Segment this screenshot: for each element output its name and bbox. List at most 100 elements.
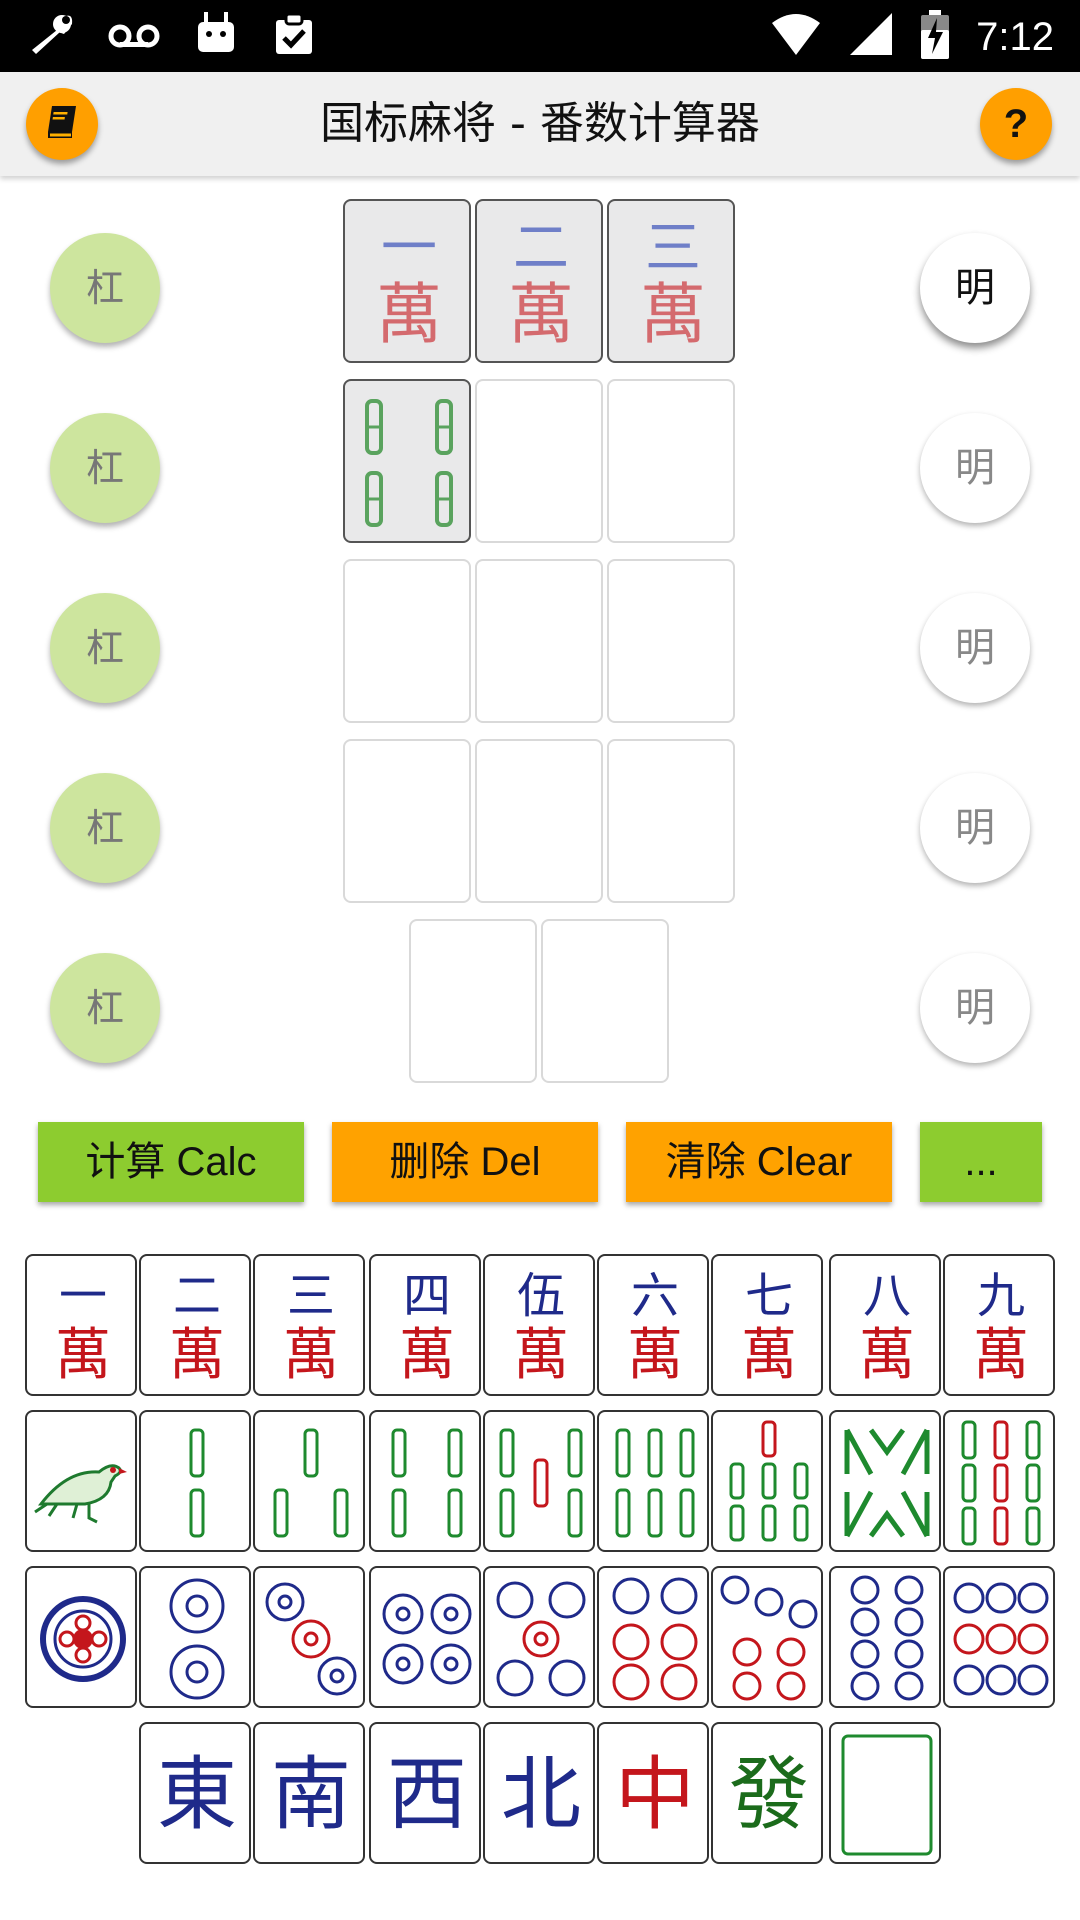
- tile-3-bamboo[interactable]: [253, 1410, 365, 1552]
- ming-toggle-row-2[interactable]: 明: [920, 413, 1030, 523]
- voicemail-icon: [108, 10, 160, 62]
- tile-wan-char: 萬: [741, 1323, 797, 1388]
- tile-west-wind[interactable]: 西: [369, 1722, 481, 1864]
- tile-8-wan[interactable]: 八萬: [829, 1254, 941, 1396]
- tile-wan-char: 萬: [640, 276, 706, 353]
- tile-north-wind[interactable]: 北: [483, 1722, 595, 1864]
- tile-wan-char: 萬: [283, 1323, 339, 1388]
- tile-wan-char: 萬: [399, 1323, 455, 1388]
- ming-toggle-row-5[interactable]: 明: [920, 953, 1030, 1063]
- tile-honor-char: 中: [615, 1748, 695, 1841]
- clear-button[interactable]: 清除 Clear: [626, 1122, 892, 1202]
- meld-slot-3-1[interactable]: [343, 559, 471, 723]
- tile-red-dragon[interactable]: 中: [597, 1722, 709, 1864]
- tile-6-wan[interactable]: 六萬: [597, 1254, 709, 1396]
- tile-wan-char: 萬: [973, 1323, 1029, 1388]
- tile-7-bamboo[interactable]: [711, 1410, 823, 1552]
- meld-slot-2-2[interactable]: [475, 379, 603, 543]
- tile-6-bamboo[interactable]: [597, 1410, 709, 1552]
- kong-toggle-row-1[interactable]: 杠: [50, 233, 160, 343]
- meld-slot-1-1[interactable]: 一 萬: [343, 199, 471, 363]
- meld-slot-3-3[interactable]: [607, 559, 735, 723]
- wrench-icon: [26, 10, 74, 62]
- pair-slot-2[interactable]: [541, 919, 669, 1083]
- tile-numeral: 一: [59, 1268, 107, 1324]
- tile-numeral: 三: [645, 216, 701, 281]
- tile-numeral: 七: [745, 1268, 793, 1324]
- tile-8-bamboo[interactable]: [829, 1410, 941, 1552]
- meld-slot-4-3[interactable]: [607, 739, 735, 903]
- tile-7-wan[interactable]: 七萬: [711, 1254, 823, 1396]
- tile-5-dots[interactable]: [483, 1566, 595, 1708]
- tile-numeral: 二: [513, 216, 569, 281]
- tile-wan-char: 萬: [508, 276, 574, 353]
- tile-wan-char: 萬: [627, 1323, 683, 1388]
- more-button[interactable]: ...: [920, 1122, 1042, 1202]
- tile-wan-char: 萬: [859, 1323, 915, 1388]
- help-question-label: ?: [1003, 101, 1029, 146]
- calc-button[interactable]: 计算 Calc: [38, 1122, 304, 1202]
- tile-green-dragon[interactable]: 發: [711, 1722, 823, 1864]
- meld-slot-3-2[interactable]: [475, 559, 603, 723]
- tile-1-bamboo[interactable]: [25, 1410, 137, 1552]
- tile-honor-char: 北: [501, 1748, 581, 1841]
- tile-numeral: 四: [403, 1268, 451, 1324]
- tile-white-dragon[interactable]: [829, 1722, 941, 1864]
- tile-9-dots[interactable]: [943, 1566, 1055, 1708]
- tile-7-dots[interactable]: [711, 1566, 823, 1708]
- tile-1-dots[interactable]: [25, 1566, 137, 1708]
- meld-slot-2-3[interactable]: [607, 379, 735, 543]
- tile-honor-char: 南: [271, 1748, 351, 1841]
- tile-5-bamboo[interactable]: [483, 1410, 595, 1552]
- help-button[interactable]: ?: [980, 88, 1052, 160]
- tile-wan-char: 萬: [169, 1323, 225, 1388]
- tile-wan-char: 萬: [55, 1323, 111, 1388]
- app-bar: 国标麻将 - 番数计算器 ?: [0, 72, 1080, 176]
- white-dragon-frame-icon: [841, 1734, 933, 1856]
- tile-east-wind[interactable]: 東: [139, 1722, 251, 1864]
- ming-toggle-row-3[interactable]: 明: [920, 593, 1030, 703]
- clock-time: 7:12: [976, 15, 1054, 59]
- kong-toggle-row-5[interactable]: 杠: [50, 953, 160, 1063]
- meld-slot-1-2[interactable]: 二 萬: [475, 199, 603, 363]
- tile-wan-char: 萬: [376, 276, 442, 353]
- tile-numeral: 二: [173, 1268, 221, 1324]
- tile-3-wan[interactable]: 三萬: [253, 1254, 365, 1396]
- pair-slot-1[interactable]: [409, 919, 537, 1083]
- tile-2-bamboo[interactable]: [139, 1410, 251, 1552]
- tile-numeral: 伍: [517, 1268, 565, 1324]
- kong-toggle-row-2[interactable]: 杠: [50, 413, 160, 523]
- tile-1-wan[interactable]: 一萬: [25, 1254, 137, 1396]
- tile-4-bamboo[interactable]: [369, 1410, 481, 1552]
- tile-2-wan[interactable]: 二萬: [139, 1254, 251, 1396]
- tile-honor-char: 西: [387, 1748, 467, 1841]
- tile-numeral: 一: [381, 216, 437, 281]
- tile-3-dots[interactable]: [253, 1566, 365, 1708]
- kong-toggle-row-4[interactable]: 杠: [50, 773, 160, 883]
- tile-south-wind[interactable]: 南: [253, 1722, 365, 1864]
- app-title: 国标麻将 - 番数计算器: [320, 98, 760, 149]
- tile-2-dots[interactable]: [139, 1566, 251, 1708]
- android-icon: [194, 10, 238, 62]
- ming-toggle-row-1[interactable]: 明: [920, 233, 1030, 343]
- tile-4-wan[interactable]: 四萬: [369, 1254, 481, 1396]
- delete-button[interactable]: 删除 Del: [332, 1122, 598, 1202]
- ming-toggle-row-4[interactable]: 明: [920, 773, 1030, 883]
- tile-9-bamboo[interactable]: [943, 1410, 1055, 1552]
- tile-6-dots[interactable]: [597, 1566, 709, 1708]
- bird-icon: [34, 1464, 127, 1524]
- tile-8-dots[interactable]: [829, 1566, 941, 1708]
- tile-9-wan[interactable]: 九萬: [943, 1254, 1055, 1396]
- meld-slot-4-2[interactable]: [475, 739, 603, 903]
- signal-icon: [848, 11, 894, 63]
- meld-slot-2-1[interactable]: [343, 379, 471, 543]
- kong-toggle-row-3[interactable]: 杠: [50, 593, 160, 703]
- bamboo-4-icon: [365, 399, 453, 527]
- tile-numeral: 八: [863, 1268, 911, 1324]
- tile-5-wan[interactable]: 伍萬: [483, 1254, 595, 1396]
- tile-numeral: 六: [631, 1268, 679, 1324]
- tile-4-dots[interactable]: [369, 1566, 481, 1708]
- meld-slot-4-1[interactable]: [343, 739, 471, 903]
- meld-slot-1-3[interactable]: 三 萬: [607, 199, 735, 363]
- tile-numeral: 三: [287, 1268, 335, 1324]
